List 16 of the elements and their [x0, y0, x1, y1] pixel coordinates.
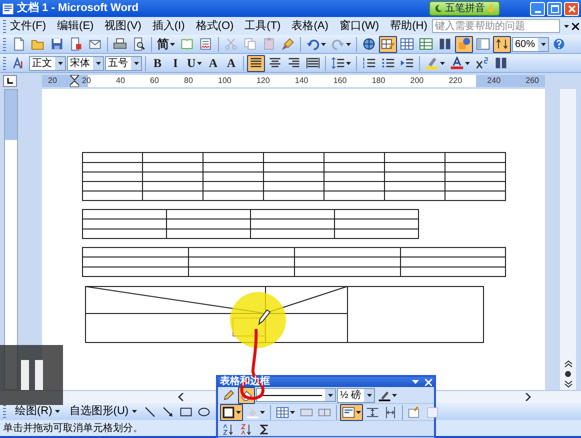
- ruler-number: 20: [48, 77, 57, 85]
- ruler-number: 100: [218, 77, 232, 85]
- ruler-number: 80: [184, 77, 193, 85]
- ruler-number: 20: [82, 77, 91, 85]
- ruler-number: 220: [448, 77, 462, 85]
- ruler-number: 200: [410, 77, 424, 85]
- ruler-number: 60: [150, 77, 159, 85]
- status-text: 单击并拖动可取消单元格划分。: [3, 422, 143, 436]
- ruler-number: 180: [372, 77, 386, 85]
- ruler-number: 120: [256, 77, 270, 85]
- ruler-number: 260: [526, 77, 539, 85]
- ruler-number: 240: [487, 77, 501, 85]
- ruler-number: 160: [333, 77, 347, 85]
- ruler-number: 40: [116, 77, 125, 85]
- window-title: 文档 1 - Microsoft Word: [17, 0, 138, 16]
- ruler-number: 140: [294, 77, 308, 85]
